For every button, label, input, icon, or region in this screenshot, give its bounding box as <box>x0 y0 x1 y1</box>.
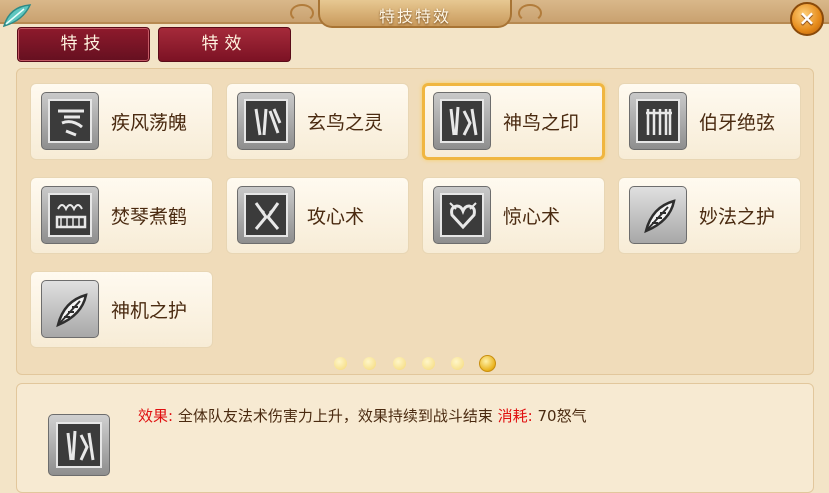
title-plate: 特技特效 <box>318 0 512 28</box>
skill-name: 妙法之护 <box>699 206 776 228</box>
skill-card[interactable]: 焚琴煮鹤 <box>30 177 213 254</box>
skill-card[interactable]: 攻心术 <box>226 177 409 254</box>
skill-card[interactable]: 妙法之护 <box>618 177 801 254</box>
page-dot-5[interactable] <box>451 357 464 370</box>
bird-rune-icon <box>237 92 295 150</box>
skill-name: 玄鸟之灵 <box>307 112 384 134</box>
heart-attack-rune-icon <box>237 186 295 244</box>
effect-label: 效果: <box>138 407 174 425</box>
skill-name: 惊心术 <box>503 206 561 228</box>
title-ornament-left <box>290 4 314 22</box>
skill-name: 焚琴煮鹤 <box>111 206 188 228</box>
window-title: 特技特效 <box>378 7 451 26</box>
page-dot-4[interactable] <box>422 357 435 370</box>
skill-card[interactable]: 玄鸟之灵 <box>226 83 409 160</box>
page-dot-2[interactable] <box>363 357 376 370</box>
skill-name: 伯牙绝弦 <box>699 112 776 134</box>
skill-effects-panel: 特技特效 × 特技 特效 疾风荡魄 玄鸟之灵 神鸟之印 伯牙绝弦 焚琴煮鹤 攻心… <box>0 0 829 493</box>
burning-zither-icon <box>41 186 99 244</box>
effect-text: 全体队友法术伤害力上升，效果持续到战斗结束 <box>177 407 493 425</box>
feather-icon <box>629 186 687 244</box>
skill-card[interactable]: 伯牙绝弦 <box>618 83 801 160</box>
feather-icon <box>41 280 99 338</box>
skill-name: 攻心术 <box>307 206 365 228</box>
skill-name: 疾风荡魄 <box>111 112 188 134</box>
title-ornament-right <box>518 4 542 22</box>
tab-effects[interactable]: 特效 <box>158 27 291 62</box>
close-icon: × <box>798 6 816 30</box>
skill-description: 效果: 全体队友法术伤害力上升，效果持续到战斗结束 消耗: 70怒气 <box>138 405 587 426</box>
skill-card[interactable]: 神机之护 <box>30 271 213 348</box>
divine-bird-rune-icon <box>433 92 491 150</box>
tab-skills[interactable]: 特技 <box>17 27 150 62</box>
description-panel <box>16 383 814 493</box>
skill-card-selected[interactable]: 神鸟之印 <box>422 83 605 160</box>
zither-rune-icon <box>629 92 687 150</box>
page-dot-6-active[interactable] <box>479 355 496 372</box>
page-dot-3[interactable] <box>393 357 406 370</box>
skill-card[interactable]: 惊心术 <box>422 177 605 254</box>
cost-value: 70怒气 <box>537 407 587 425</box>
skill-name: 神机之护 <box>111 300 188 322</box>
close-button[interactable]: × <box>790 2 824 36</box>
skill-card[interactable]: 疾风荡魄 <box>30 83 213 160</box>
page-dot-1[interactable] <box>334 357 347 370</box>
skill-name: 神鸟之印 <box>503 112 580 134</box>
divine-bird-rune-icon <box>48 414 110 476</box>
heart-shock-rune-icon <box>433 186 491 244</box>
leaf-icon <box>2 4 32 28</box>
cost-label: 消耗: <box>497 407 533 425</box>
wind-rune-icon <box>41 92 99 150</box>
